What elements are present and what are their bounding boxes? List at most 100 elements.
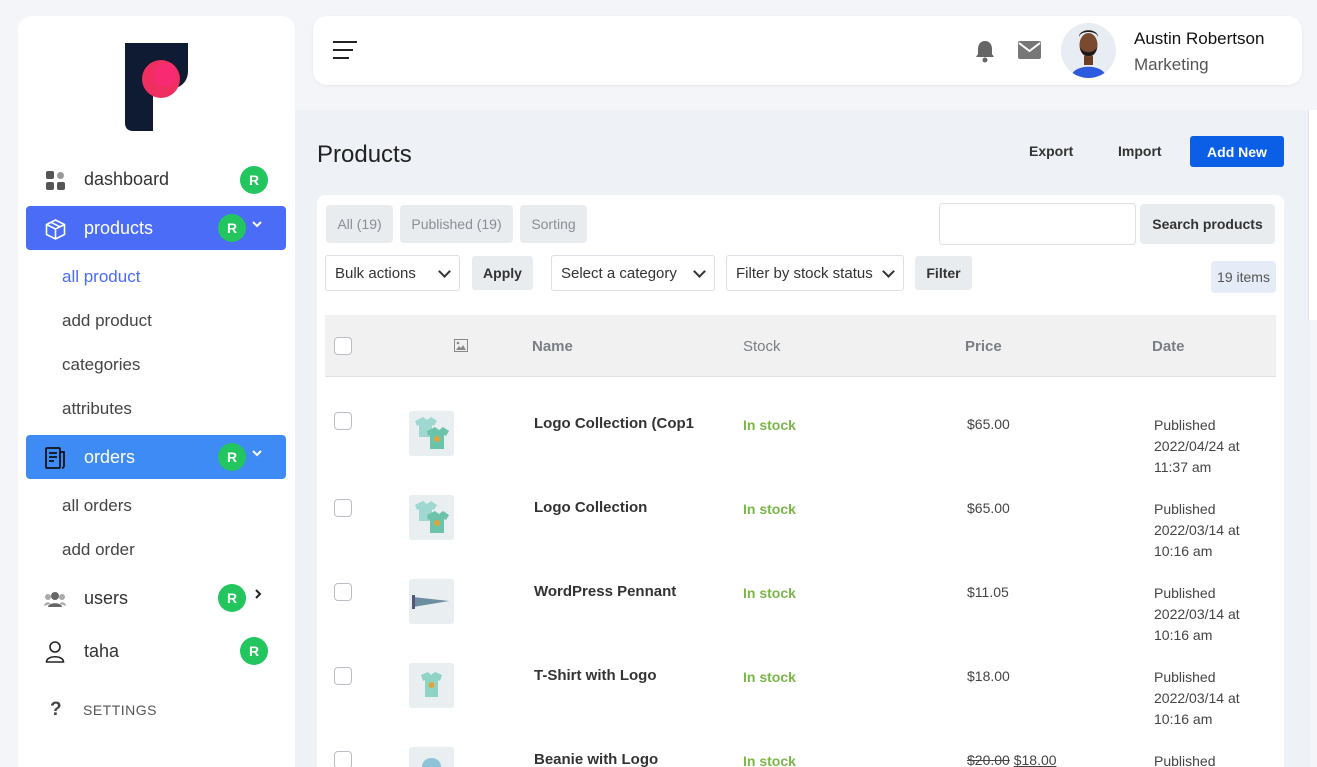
product-name[interactable]: Beanie with Logo <box>534 751 658 767</box>
receipt-icon <box>44 447 66 469</box>
stock-status: In stock <box>743 669 796 685</box>
box-icon <box>44 218 66 240</box>
grid-icon <box>44 169 66 191</box>
product-date: Published 2022/04/24 at 11:37 am <box>1154 415 1240 478</box>
apply-button[interactable]: Apply <box>472 256 533 290</box>
bell-icon[interactable] <box>974 39 996 63</box>
status-badge: R <box>240 637 268 665</box>
select-all-checkbox[interactable] <box>334 337 352 355</box>
export-button[interactable]: Export <box>1029 143 1073 159</box>
tab-sorting[interactable]: Sorting <box>520 205 587 243</box>
row-checkbox[interactable] <box>334 751 352 767</box>
publish-date: 2022/03/14 at <box>1154 606 1240 622</box>
product-thumbnail[interactable] <box>409 663 454 708</box>
product-thumbnail[interactable] <box>409 579 454 624</box>
sidebar-item-settings[interactable]: SETTINGS <box>83 702 157 718</box>
tab-published[interactable]: Published (19) <box>400 205 513 243</box>
table-header: Name Stock Price Date <box>325 315 1276 377</box>
product-name[interactable]: Logo Collection <box>534 499 647 516</box>
status-badge: R <box>218 584 246 612</box>
avatar[interactable] <box>1061 23 1116 78</box>
row-checkbox[interactable] <box>334 667 352 685</box>
sidebar-item-label: orders <box>84 446 136 467</box>
sidebar-item-products[interactable]: products R <box>26 206 286 250</box>
product-price: $11.05 <box>967 584 1009 600</box>
stock-status: In stock <box>743 753 796 767</box>
import-button[interactable]: Import <box>1118 143 1162 159</box>
page-title: Products <box>317 141 412 168</box>
column-price[interactable]: Price <box>965 338 1002 355</box>
scrollbar[interactable] <box>1308 110 1317 320</box>
sidebar-item-dashboard[interactable]: dashboard R <box>26 157 286 201</box>
sale-price: $18.00 <box>1013 752 1057 767</box>
status-badge: R <box>218 443 246 471</box>
bulk-actions-select[interactable]: Bulk actions <box>325 255 460 291</box>
old-price: $20.00 <box>967 752 1010 767</box>
sidebar-item-taha[interactable]: taha R <box>26 629 286 673</box>
table-row: Logo Collection (Cop1 In stock $65.00 Pu… <box>325 411 1276 495</box>
users-icon <box>44 588 66 610</box>
stock-status: In stock <box>743 417 796 433</box>
sidebar-item-users[interactable]: users R <box>26 576 286 620</box>
brand-logo <box>125 43 188 131</box>
question-icon: ? <box>50 699 62 720</box>
product-thumbnail[interactable] <box>409 747 454 767</box>
table-row: WordPress Pennant In stock $11.05 Publis… <box>325 579 1276 663</box>
image-icon <box>454 339 468 352</box>
chevron-down-icon <box>251 446 263 464</box>
items-count: 19 items <box>1211 261 1276 293</box>
product-thumbnail[interactable] <box>409 495 454 540</box>
sidebar: dashboard R products R all product add p… <box>18 16 295 767</box>
category-select[interactable]: Select a category <box>551 255 715 291</box>
search-input[interactable] <box>939 203 1136 245</box>
product-date: Published <box>1154 751 1216 767</box>
column-date[interactable]: Date <box>1152 338 1185 355</box>
product-date: Published 2022/03/14 at 10:16 am <box>1154 667 1240 730</box>
category-label: Select a category <box>561 264 677 282</box>
table-row: T-Shirt with Logo In stock $18.00 Publis… <box>325 663 1276 747</box>
column-name[interactable]: Name <box>532 338 573 355</box>
user-name: Austin Robertson <box>1134 29 1265 48</box>
publish-status: Published <box>1154 669 1216 685</box>
product-name[interactable]: T-Shirt with Logo <box>534 667 656 684</box>
sidebar-subitem-all-orders[interactable]: all orders <box>62 496 132 516</box>
sidebar-subitem-add-product[interactable]: add product <box>62 311 152 331</box>
sidebar-item-orders[interactable]: orders R <box>26 435 286 479</box>
stock-status: In stock <box>743 585 796 601</box>
publish-time: 10:16 am <box>1154 543 1213 559</box>
mail-icon[interactable] <box>1018 41 1041 59</box>
publish-status: Published <box>1154 585 1216 601</box>
row-checkbox[interactable] <box>334 499 352 517</box>
column-stock: Stock <box>743 338 781 355</box>
menu-icon[interactable] <box>333 41 357 59</box>
sidebar-subitem-categories[interactable]: categories <box>62 355 140 375</box>
chevron-down-icon <box>882 265 895 278</box>
sidebar-subitem-attributes[interactable]: attributes <box>62 399 132 419</box>
product-name[interactable]: Logo Collection (Cop1 <box>534 415 694 432</box>
chevron-down-icon <box>693 265 706 278</box>
product-thumbnail[interactable] <box>409 411 454 456</box>
product-price: $20.00 $18.00 <box>967 752 1057 767</box>
sidebar-subitem-all-product[interactable]: all product <box>62 267 140 287</box>
publish-status: Published <box>1154 417 1216 433</box>
row-checkbox[interactable] <box>334 412 352 430</box>
sidebar-subitem-add-order[interactable]: add order <box>62 540 135 560</box>
add-new-button[interactable]: Add New <box>1190 136 1284 167</box>
top-header: Austin Robertson Marketing <box>313 16 1302 85</box>
sidebar-item-label: users <box>84 587 129 608</box>
search-products-button[interactable]: Search products <box>1140 204 1275 244</box>
sidebar-item-label: products <box>84 217 154 238</box>
filter-button[interactable]: Filter <box>915 256 972 290</box>
product-date: Published 2022/03/14 at 10:16 am <box>1154 583 1240 646</box>
publish-date: 2022/04/24 at <box>1154 438 1240 454</box>
bulk-actions-label: Bulk actions <box>335 264 416 282</box>
stock-status-label: Filter by stock status <box>736 264 873 282</box>
user-role: Marketing <box>1134 55 1209 74</box>
tab-all[interactable]: All (19) <box>326 205 393 243</box>
stock-status-select[interactable]: Filter by stock status <box>726 255 904 291</box>
publish-date: 2022/03/14 at <box>1154 690 1240 706</box>
chevron-right-icon <box>252 587 264 605</box>
row-checkbox[interactable] <box>334 583 352 601</box>
product-name[interactable]: WordPress Pennant <box>534 583 676 600</box>
sidebar-item-label: dashboard <box>84 168 170 189</box>
